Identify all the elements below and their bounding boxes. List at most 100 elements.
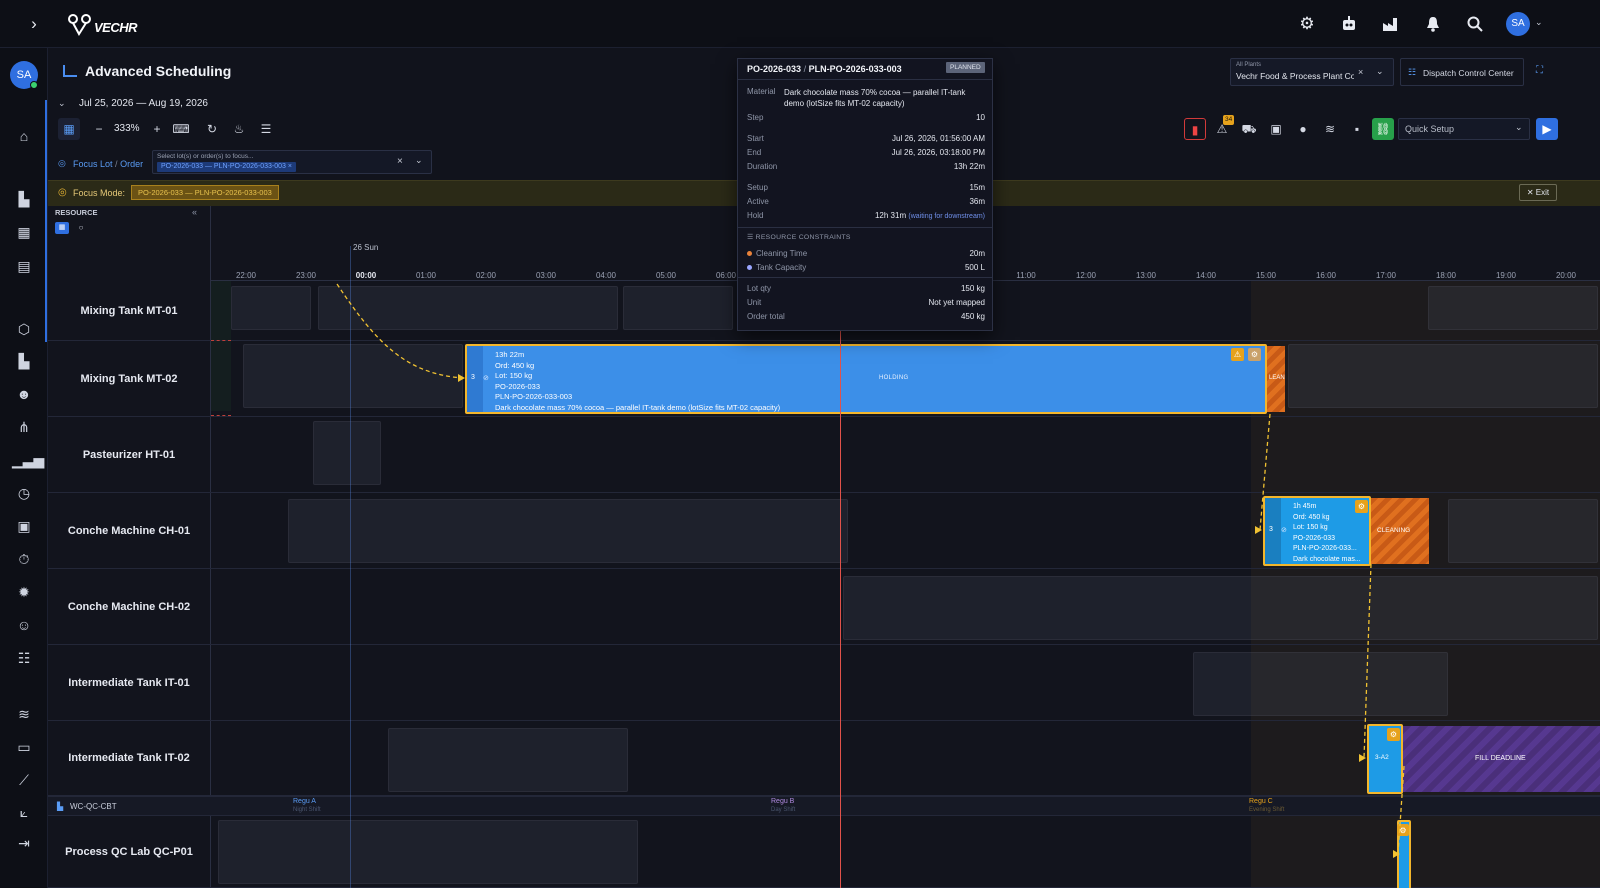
tooltip-row-value: Jul 26, 2026, 01:56:00 AM	[892, 134, 985, 143]
focus-chip[interactable]: PO-2026-033 — PLN-PO-2026-033-003 ×	[157, 162, 296, 172]
online-status-dot	[30, 81, 38, 89]
marker-line	[211, 415, 231, 416]
layers-icon[interactable]: ≋	[12, 703, 36, 725]
clear-icon[interactable]: ×	[397, 156, 403, 167]
user-check-icon[interactable]: ☺	[12, 614, 36, 636]
ruler-icon[interactable]: ⟋	[12, 769, 36, 791]
list-icon: ☷	[1408, 67, 1417, 77]
fullscreen-icon[interactable]: ⛶	[1536, 65, 1543, 76]
hold-value: 12h 31m	[874, 211, 907, 220]
exit-focus-button[interactable]: ✕ Exit	[1519, 184, 1557, 201]
calendar-x-icon[interactable]: ▣	[1265, 118, 1287, 140]
divider	[738, 277, 992, 278]
tooltip-row: Unit Not yet mapped	[747, 298, 985, 308]
dropdown-chevron-icon[interactable]: ⌄	[415, 155, 423, 166]
tooltip-row-value: 10	[976, 113, 985, 122]
brand-logo[interactable]: VECHR	[66, 12, 138, 38]
clipboard-icon[interactable]: ▣	[12, 515, 36, 537]
truck-icon[interactable]: ⛟	[1238, 118, 1260, 140]
flame-icon[interactable]: ♨	[228, 118, 250, 140]
divider	[738, 227, 992, 228]
constraints-title: ☰ RESOURCE CONSTRAINTS	[747, 233, 851, 241]
date-range[interactable]: Jul 25, 2026 — Aug 19, 2026	[79, 98, 208, 109]
tooltip-row-key: Active	[747, 197, 769, 206]
plant-clear-icon[interactable]: ×	[1358, 67, 1363, 77]
focus-mode-label: Focus Mode:	[73, 188, 126, 198]
constraints-title-text: RESOURCE CONSTRAINTS	[755, 234, 851, 241]
focus-lot-text: Focus Lot	[73, 159, 113, 169]
plant-chevron-icon[interactable]: ⌄	[1376, 66, 1384, 77]
tooltip-title: PO-2026-033 / PLN-PO-2026-033-003	[747, 64, 902, 74]
calendar-button[interactable]: ▦	[58, 118, 80, 140]
alert-circle-icon[interactable]: ●	[1292, 118, 1314, 140]
tooltip-row-value: Not yet mapped	[928, 298, 985, 307]
tooltip-row-key: Order total	[747, 312, 785, 321]
logout-icon[interactable]: ⇥	[12, 832, 36, 854]
close-icon: ✕	[1526, 188, 1534, 197]
constraint-value: 20m	[969, 249, 985, 258]
quick-setup-chevron-icon: ⌄	[1515, 122, 1523, 132]
chart-line-icon[interactable]: ⟀	[12, 801, 36, 823]
robot-nav-icon[interactable]: ☻	[12, 383, 36, 405]
tooltip-row: Start Jul 26, 2026, 01:56:00 AM	[747, 134, 985, 144]
factory-icon[interactable]	[1379, 12, 1403, 36]
warning-count-badge: 34	[1223, 115, 1235, 125]
map-icon[interactable]: ▦	[12, 221, 36, 243]
clock-icon[interactable]: ◷	[12, 482, 36, 504]
keyboard-icon[interactable]: ⌨	[170, 118, 192, 140]
dispatch-control-button[interactable]: ☷ Dispatch Control Center	[1400, 58, 1524, 86]
bell-icon[interactable]	[1421, 12, 1445, 36]
chevron-right-icon[interactable]: ›	[22, 12, 46, 36]
tooltip-row: Lot qty 150 kg	[747, 284, 985, 294]
tooltip-row: Active 36m	[747, 197, 985, 207]
refresh-icon[interactable]: ↻	[201, 118, 223, 140]
tooltip-row-key: Start	[747, 134, 764, 143]
play-button[interactable]: ▶	[1536, 118, 1558, 140]
boxes-icon[interactable]: ⬡	[12, 318, 36, 340]
constraint-dot	[747, 251, 752, 256]
warehouse-icon[interactable]: ▤	[12, 255, 36, 277]
page-title: Advanced Scheduling	[85, 63, 232, 79]
stopwatch-icon[interactable]: ⏱	[12, 548, 36, 570]
zoom-in-button[interactable]: +	[146, 118, 168, 140]
tooltip-sep: /	[803, 64, 807, 74]
tooltip-row-value: Jul 26, 2026, 03:18:00 PM	[891, 148, 985, 157]
cog-icon[interactable]: ✹	[12, 581, 36, 603]
link-icon[interactable]: ⛓	[1372, 118, 1394, 140]
constraint-key: Cleaning Time	[756, 249, 808, 258]
constraint-dot	[747, 265, 752, 270]
material-label: Material	[747, 87, 776, 96]
quick-setup-select[interactable]: Quick Setup ⌄	[1398, 118, 1530, 140]
material-value: Dark chocolate mass 70% cocoa — parallel…	[784, 88, 966, 108]
robot-icon[interactable]	[1337, 12, 1361, 36]
lock-icon[interactable]: ▪	[1346, 118, 1368, 140]
chip-remove-icon[interactable]: ×	[288, 163, 292, 170]
constraint-key: Tank Capacity	[756, 263, 807, 272]
constraint-row: Tank Capacity 500 L	[747, 263, 985, 273]
user-avatar[interactable]: SA	[1506, 12, 1530, 36]
tooltip-row-key: End	[747, 148, 762, 157]
tooltip-row-key: Unit	[747, 298, 762, 307]
flow-icon[interactable]: ⋔	[12, 416, 36, 438]
active-nav-indicator	[45, 100, 47, 342]
factory-nav-icon[interactable]: ▙	[12, 188, 36, 210]
zoom-out-button[interactable]: −	[88, 118, 110, 140]
search-icon[interactable]	[1463, 12, 1487, 36]
focus-lot-label: Focus Lot / Order	[73, 159, 143, 169]
users-icon[interactable]: ☷	[12, 647, 36, 669]
collapse-chevron-icon[interactable]: ⌄	[58, 98, 66, 109]
plant-select[interactable]: All Plants Vechr Food & Process Plant Co…	[1230, 58, 1394, 86]
signal-bars-icon[interactable]: ▁▃▅	[12, 449, 44, 471]
tooltip-row-value: 13h 22m	[953, 162, 985, 171]
delete-button[interactable]: ▮	[1184, 118, 1206, 140]
settings-gear-icon[interactable]: ⚙	[1295, 12, 1319, 36]
focus-chip-label: PO-2026-033 — PLN-PO-2026-033-003	[161, 163, 286, 170]
chevron-down-icon[interactable]: ⌄	[1535, 17, 1543, 28]
industry-icon[interactable]: ▙	[12, 350, 36, 372]
home-icon[interactable]: ⌂	[12, 125, 36, 147]
focus-select[interactable]: Select lot(s) or order(s) to focus... PO…	[152, 150, 432, 174]
hold-note: (waiting for downstream)	[908, 213, 985, 220]
stack-icon[interactable]: ≋	[1319, 118, 1341, 140]
briefcase-icon[interactable]: ▭	[12, 736, 36, 758]
sliders-icon[interactable]: ☰	[255, 118, 277, 140]
